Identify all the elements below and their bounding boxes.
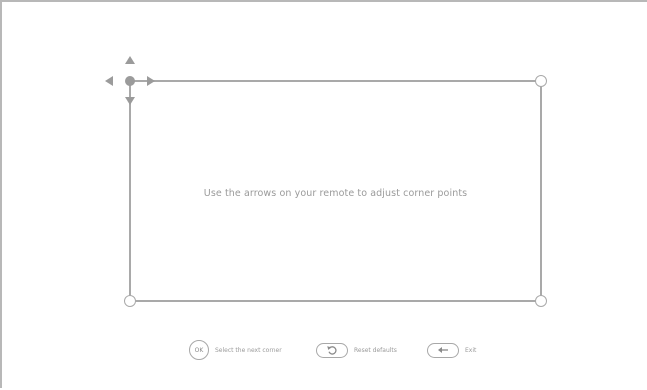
back-arrow-icon (438, 347, 448, 353)
hint-reset-defaults[interactable]: Reset defaults (316, 339, 397, 361)
arrow-up-icon (125, 56, 135, 64)
back-key (427, 342, 459, 358)
arrow-down-icon (125, 97, 135, 105)
keystone-screen: Use the arrows on your remote to adjust … (0, 0, 647, 388)
hint-label-exit: Exit (465, 346, 477, 354)
hint-label-reset-defaults: Reset defaults (354, 346, 397, 354)
corner-handle-top-left[interactable] (105, 56, 155, 105)
corner-handle-bottom-right[interactable] (535, 295, 547, 307)
hint-exit[interactable]: Exit (427, 339, 476, 361)
hint-select-next-corner[interactable]: OK Select the next corner (189, 339, 282, 361)
ok-key-label: OK (194, 346, 204, 354)
ok-key-icon: OK (189, 340, 209, 360)
hint-label-select-next-corner: Select the next corner (215, 346, 282, 354)
arrow-left-icon (105, 76, 113, 86)
reset-icon (327, 346, 337, 355)
arrow-right-icon (147, 76, 155, 86)
key-hints-bar: OK Select the next corner Reset defaults… (2, 339, 647, 361)
instruction-text: Use the arrows on your remote to adjust … (203, 188, 468, 199)
reset-key (316, 342, 348, 358)
corner-handle-bottom-left[interactable] (124, 295, 136, 307)
corner-handle-top-right[interactable] (535, 75, 547, 87)
active-corner-dot (125, 76, 135, 86)
